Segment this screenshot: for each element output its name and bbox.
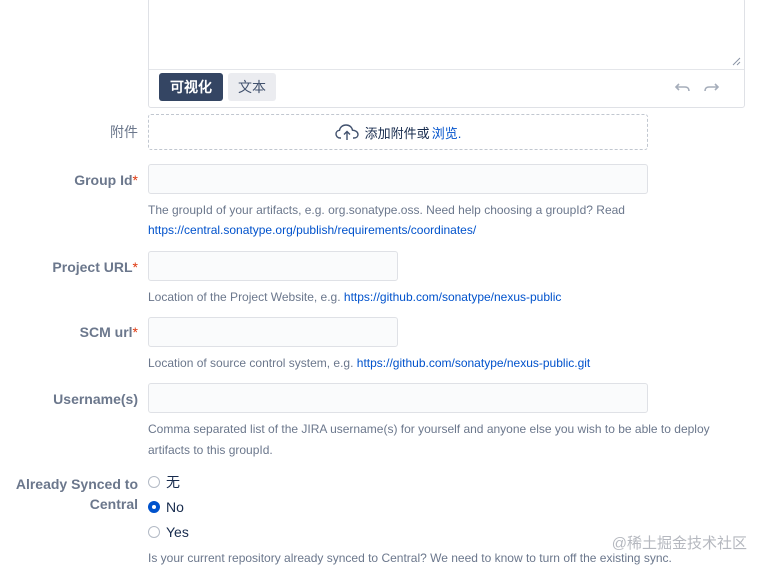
radio-button[interactable] — [148, 476, 160, 488]
project-url-help-link[interactable]: https://github.com/sonatype/nexus-public — [344, 290, 561, 304]
attachment-dropzone[interactable]: 添加附件或 浏览. — [148, 114, 648, 150]
cloud-upload-icon — [334, 124, 359, 140]
redo-icon[interactable] — [702, 79, 720, 95]
radio-option-none[interactable]: 无 — [148, 472, 180, 492]
group-id-help: The groupId of your artifacts, e.g. org.… — [148, 200, 625, 240]
already-synced-help: Is your current repository already synce… — [148, 551, 672, 565]
project-url-input[interactable] — [148, 251, 398, 281]
radio-button[interactable] — [148, 526, 160, 538]
group-id-input[interactable] — [148, 164, 648, 194]
group-id-help-link[interactable]: https://central.sonatype.org/publish/req… — [148, 220, 625, 240]
scm-url-help-link[interactable]: https://github.com/sonatype/nexus-public… — [357, 356, 590, 370]
radio-label: No — [166, 499, 184, 515]
rich-text-editor[interactable]: 可视化 文本 — [148, 0, 745, 108]
radio-label: Yes — [166, 524, 189, 540]
project-url-label: Project URL* — [52, 259, 138, 275]
radio-label: 无 — [166, 474, 180, 490]
browse-link[interactable]: 浏览. — [432, 123, 462, 142]
watermark: @稀土掘金技术社区 — [611, 535, 747, 552]
already-synced-label: Already Synced to Central — [15, 476, 138, 512]
editor-text-area[interactable] — [149, 0, 744, 70]
tab-visual[interactable]: 可视化 — [159, 73, 223, 101]
radio-button-checked[interactable] — [148, 501, 160, 513]
usernames-input[interactable] — [148, 383, 648, 413]
radio-option-yes[interactable]: Yes — [148, 522, 189, 542]
undo-icon[interactable] — [674, 79, 692, 95]
usernames-label: Username(s) — [53, 391, 138, 407]
scm-url-input[interactable] — [148, 317, 398, 347]
scm-url-label: SCM url* — [79, 324, 138, 340]
tab-text[interactable]: 文本 — [228, 73, 276, 101]
radio-option-no[interactable]: No — [148, 497, 184, 517]
project-url-help: Location of the Project Website, e.g. ht… — [148, 290, 562, 304]
resize-handle-icon[interactable] — [732, 57, 741, 66]
attachment-text: 添加附件或 — [364, 125, 430, 141]
scm-url-help: Location of source control system, e.g. … — [148, 356, 591, 370]
attachment-label: 附件 — [110, 124, 138, 140]
usernames-help: Comma separated list of the JIRA usernam… — [148, 422, 710, 457]
group-id-label: Group Id* — [74, 172, 138, 188]
